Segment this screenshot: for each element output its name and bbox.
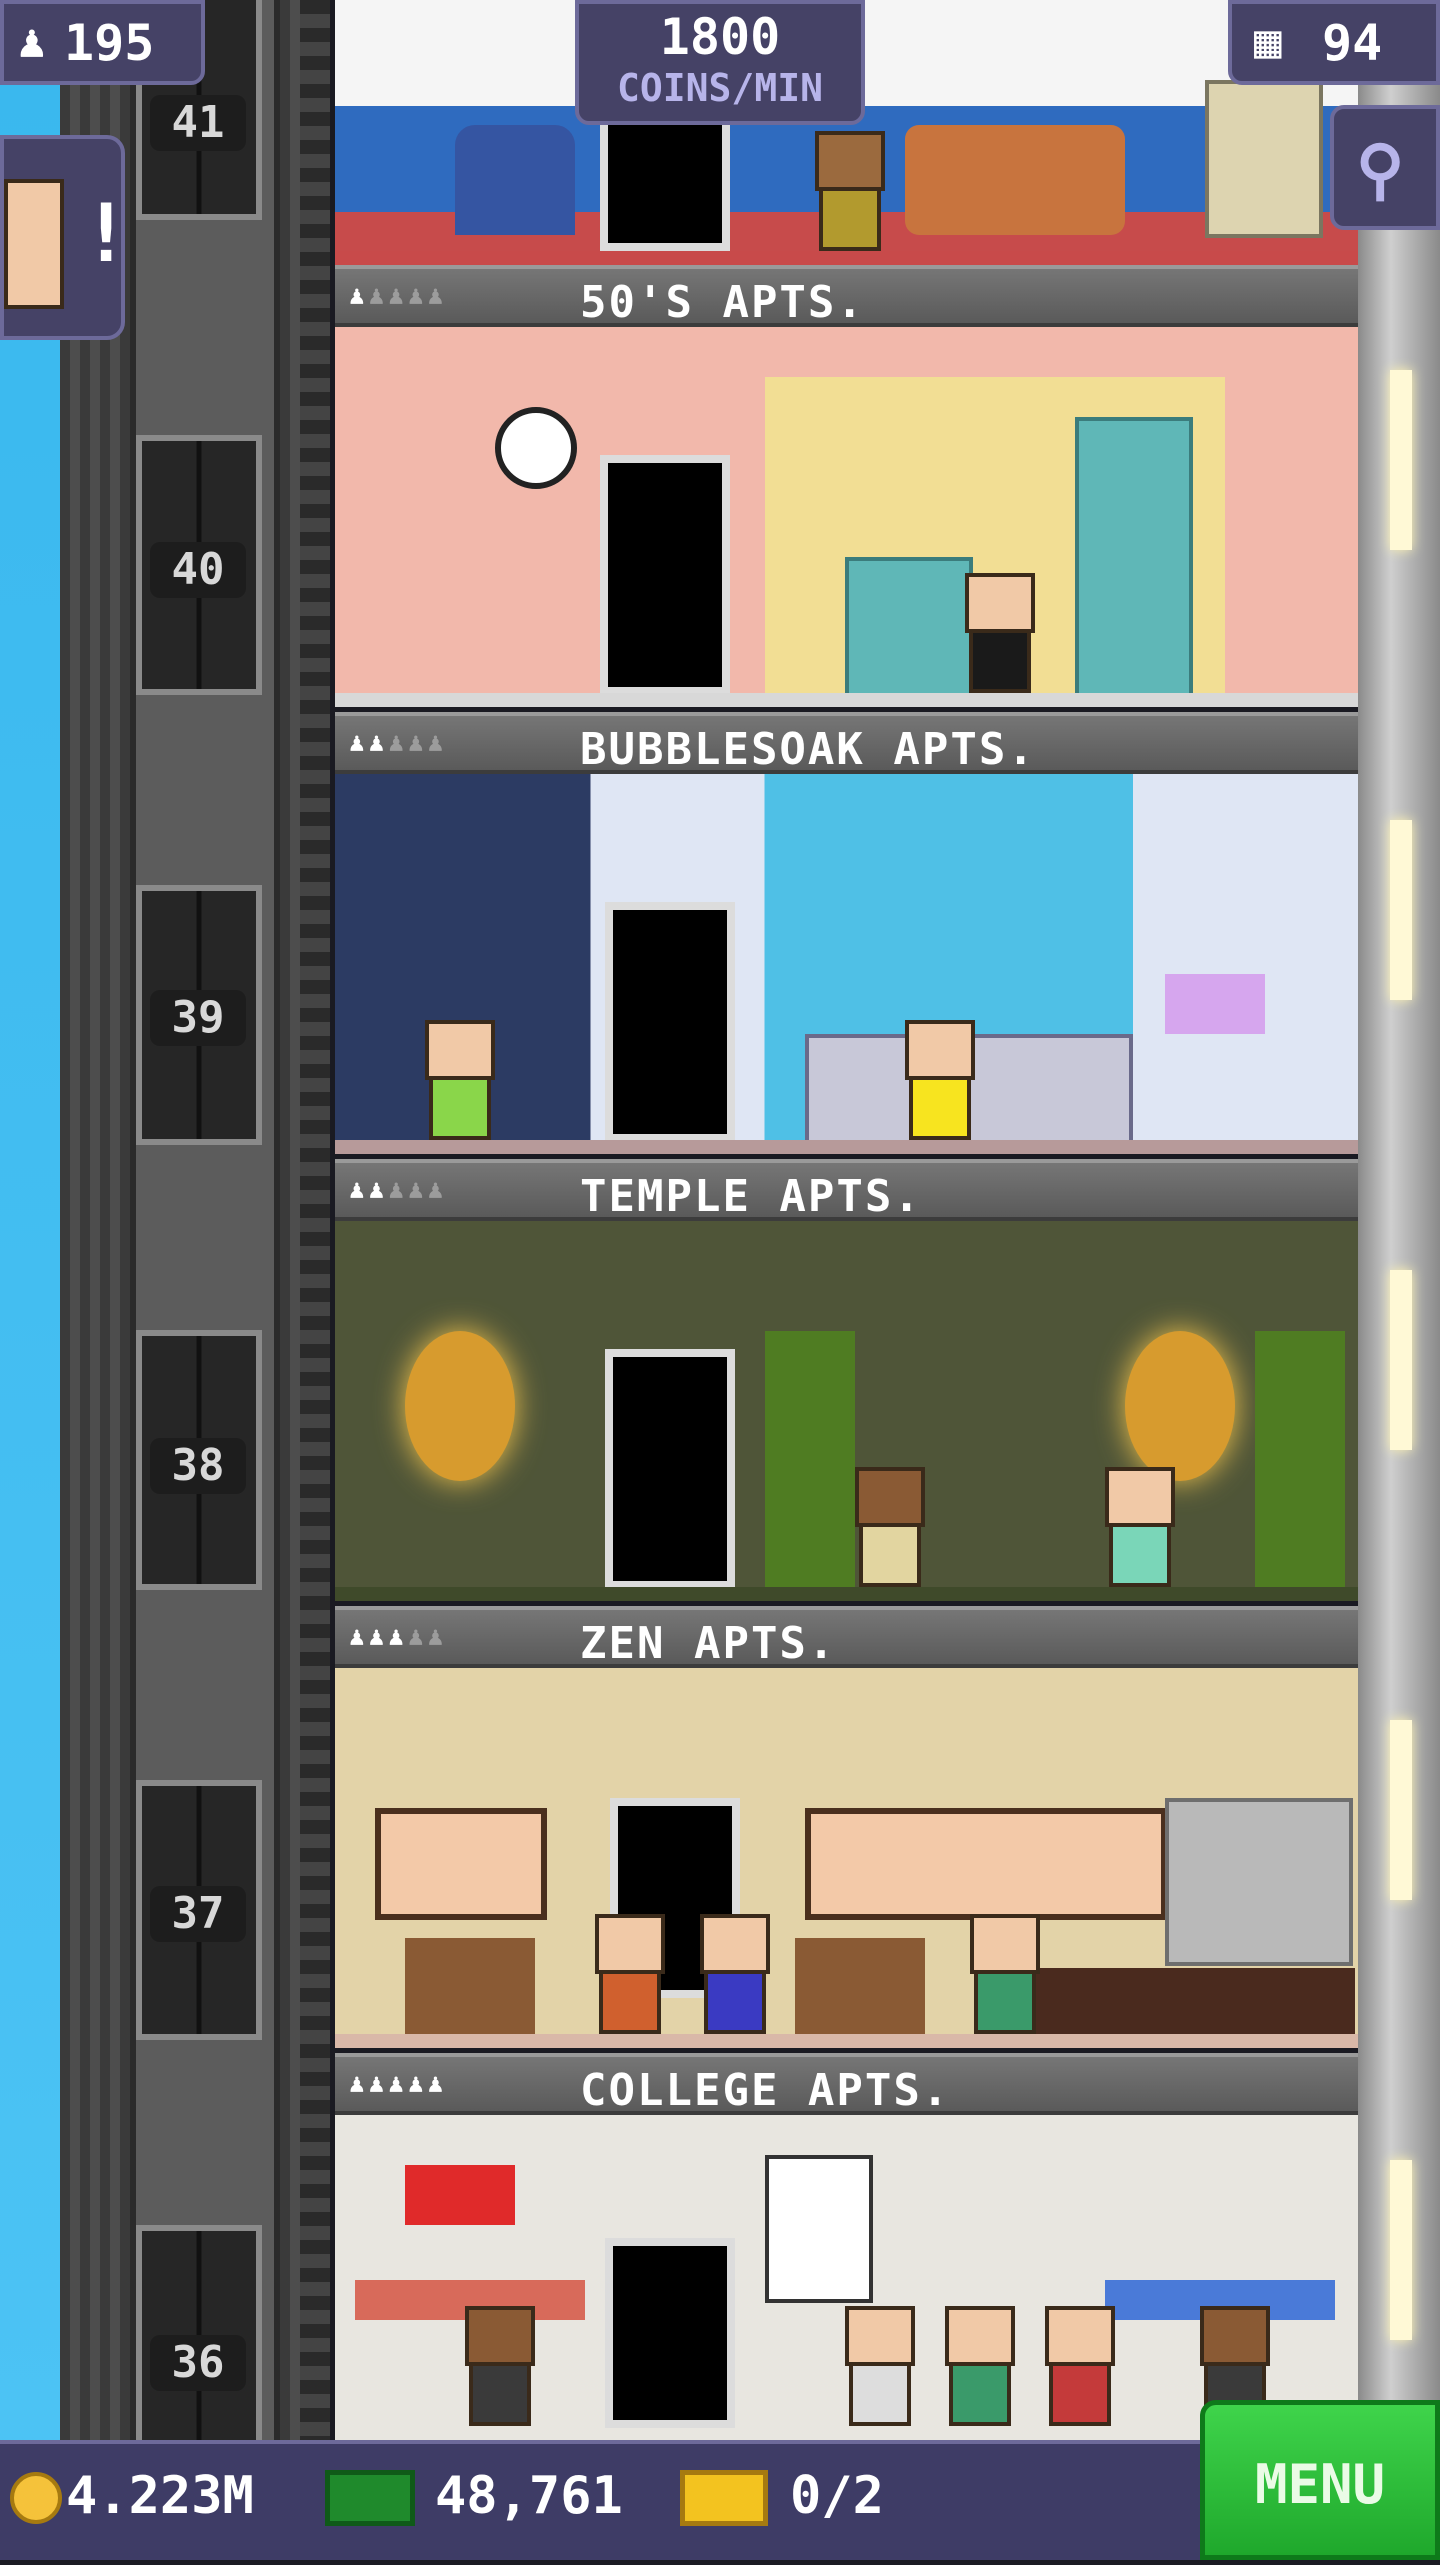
tenant-green-hat[interactable] (935, 2306, 1025, 2426)
room-door (600, 455, 730, 695)
coins-per-min-label: COINS/MIN (617, 66, 823, 110)
floor-moss (335, 1587, 1358, 1601)
floor-label-college[interactable]: ♟♟♟♟♟ COLLEGE APTS. (335, 2053, 1358, 2116)
exclamation-icon: ! (82, 187, 131, 280)
floor-stars: ♟♟♟♟♟ (349, 728, 448, 758)
pillar-light (1390, 820, 1412, 1000)
building-pillar (1358, 0, 1440, 2440)
pillar-light (1390, 1720, 1412, 1900)
room-bubblesoak-apts[interactable] (335, 774, 1358, 1154)
floor-carpet (335, 251, 1358, 265)
fridge (1075, 417, 1193, 707)
pillar-light (1390, 370, 1412, 550)
room-zen-apts[interactable] (335, 1668, 1358, 2048)
elevator-floor-number: 37 (150, 1886, 246, 1942)
floor-tile (335, 1140, 1358, 1154)
window (375, 1808, 547, 1920)
idol-statue (405, 1331, 515, 1481)
floor-tile (335, 693, 1358, 707)
tenant-green-hat[interactable] (960, 1914, 1050, 2034)
floor-name: TEMPLE APTS. (580, 1171, 922, 1222)
population-value: 195 (64, 14, 155, 72)
floor-name: ZEN APTS. (580, 1618, 837, 1669)
bux-value: 48,761 (435, 2466, 623, 2526)
elevator-floor-number: 40 (150, 542, 246, 598)
elevator-floor-number: 38 (150, 1438, 246, 1494)
armchair (455, 125, 575, 235)
plant (765, 1331, 855, 1591)
elevator-floor-number: 41 (150, 95, 246, 151)
fridge (1165, 1798, 1353, 1966)
room-door (605, 902, 735, 1142)
plant (1255, 1331, 1345, 1591)
golden-ticket-icon (680, 2470, 768, 2526)
pillar-light (1390, 1270, 1412, 1450)
coins-per-min-value: 1800 (659, 8, 781, 66)
elevator-floor-number: 36 (150, 2335, 246, 2391)
floor-name: 50'S APTS. (580, 277, 865, 328)
tenant-in-tub[interactable] (895, 1020, 985, 1140)
floor-tile (335, 2034, 1358, 2048)
floor-stars: ♟♟♟♟♟ (349, 1175, 448, 1205)
idol-statue (1125, 1331, 1235, 1481)
coins-value: 4.223M (66, 2466, 254, 2526)
tenant[interactable] (1035, 2306, 1125, 2426)
room-door (605, 2238, 735, 2428)
floor-label-50s[interactable]: ♟♟♟♟♟ 50'S APTS. (335, 265, 1358, 328)
visitor-avatar (4, 179, 64, 309)
oven (845, 557, 973, 707)
pennant (405, 2165, 515, 2225)
person-icon: ♟ (18, 14, 46, 68)
tenant[interactable] (690, 1914, 780, 2034)
arcade-machine (1205, 80, 1323, 238)
floor-label-zen[interactable]: ♟♟♟♟♟ ZEN APTS. (335, 1606, 1358, 1669)
tenant-sunglasses[interactable] (845, 1467, 935, 1587)
window (805, 1808, 1167, 1920)
wall-clock (495, 407, 577, 489)
elevator-floor-number: 39 (150, 990, 246, 1046)
tenant[interactable] (1095, 1467, 1185, 1587)
shaft-rail (300, 0, 330, 2440)
population-counter[interactable]: ♟ 195 (0, 0, 205, 85)
tenant[interactable] (835, 2306, 925, 2426)
visitor-notification-button[interactable]: ! (0, 135, 130, 340)
pillar-light (1390, 2160, 1412, 2340)
floor-label-temple[interactable]: ♟♟♟♟♟ TEMPLE APTS. (335, 1159, 1358, 1222)
tenant[interactable] (415, 1020, 505, 1140)
floor-count-value: 94 (1322, 14, 1383, 72)
poster (765, 2155, 873, 2303)
cabinet (795, 1938, 925, 2048)
floor-label-bubblesoak[interactable]: ♟♟♟♟♟ BUBBLESOAK APTS. (335, 712, 1358, 775)
floor-stars: ♟♟♟♟♟ (349, 2069, 448, 2099)
sky-background (0, 0, 60, 2440)
zoom-button[interactable]: ⚲ (1330, 105, 1440, 230)
coins-per-min-panel[interactable]: 1800 COINS/MIN (575, 0, 865, 125)
magnifier-icon: ⚲ (1356, 131, 1405, 208)
menu-button[interactable]: MENU (1200, 2400, 1440, 2560)
sofa (905, 125, 1125, 235)
tenant[interactable] (805, 131, 895, 251)
floor-stars: ♟♟♟♟♟ (349, 1622, 448, 1652)
building-icon: ▦ (1254, 14, 1282, 68)
room-college-apts[interactable] (335, 2115, 1358, 2440)
floor-counter[interactable]: ▦ 94 (1228, 0, 1440, 85)
lamp (1165, 974, 1265, 1034)
bux-icon (325, 2470, 415, 2526)
tenant[interactable] (585, 1914, 675, 2034)
tickets-value: 0/2 (790, 2466, 884, 2526)
room-50s-apts[interactable] (335, 327, 1358, 707)
room-temple-apts[interactable] (335, 1221, 1358, 1601)
floor-name: BUBBLESOAK APTS. (580, 724, 1036, 775)
floor-stars: ♟♟♟♟♟ (349, 281, 448, 311)
tenant[interactable] (455, 2306, 545, 2426)
room-door (605, 1349, 735, 1589)
coin-icon (10, 2472, 62, 2524)
tenant-top-hat[interactable] (955, 573, 1045, 693)
elevator-car-track (130, 0, 280, 2440)
cabinet (405, 1938, 535, 2048)
floor-name: COLLEGE APTS. (580, 2065, 951, 2116)
